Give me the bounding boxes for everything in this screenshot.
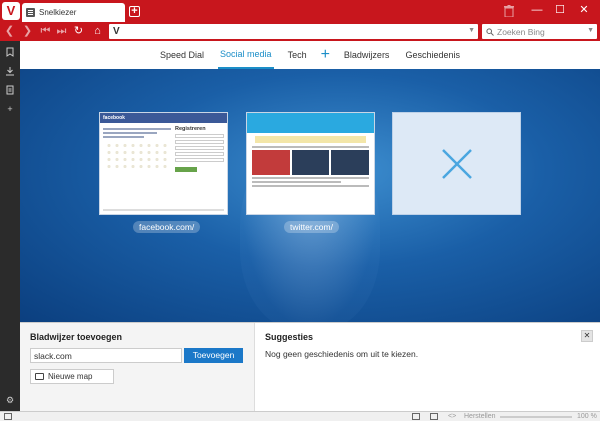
- downloads-icon[interactable]: [5, 66, 15, 76]
- panel-toggle-icon[interactable]: [4, 413, 12, 420]
- page-actions-icon[interactable]: <>: [448, 412, 456, 421]
- title-bar: V Snelkiezer + — ☐ ✕: [0, 0, 600, 22]
- url-field[interactable]: V ▼: [109, 24, 478, 39]
- search-placeholder: Zoeken Bing: [497, 26, 545, 37]
- tab-label: Snelkiezer: [39, 8, 77, 17]
- twitter-thumb-header: [247, 113, 374, 133]
- home-icon[interactable]: ⌂: [90, 24, 105, 39]
- facebook-thumb-map: [105, 142, 169, 172]
- add-panel-icon[interactable]: +: [5, 104, 15, 114]
- dial-facebook[interactable]: facebook Registreren: [99, 112, 228, 215]
- suggestions-title: Suggesties: [265, 332, 314, 342]
- facebook-thumb-heading: Registreren: [175, 126, 206, 132]
- close-button[interactable]: ✕: [577, 3, 591, 17]
- side-panel: + ⚙: [0, 41, 20, 411]
- image-toggle-icon[interactable]: [430, 413, 438, 420]
- add-bookmark-panel: Bladwijzer toevoegen slack.com Toevoegen…: [20, 323, 255, 412]
- trash-icon[interactable]: [504, 5, 514, 18]
- new-folder-label: Nieuwe map: [48, 372, 93, 381]
- tab-speed-dial[interactable]: Snelkiezer: [22, 3, 125, 22]
- facebook-thumb-header: facebook: [100, 113, 227, 123]
- bookmark-url-input[interactable]: slack.com: [30, 348, 182, 363]
- add-bookmark-button[interactable]: Toevoegen: [184, 348, 243, 363]
- add-group-plus-icon[interactable]: +: [321, 47, 330, 63]
- speed-dial-nav: Speed Dial Social media Tech + Bladwijze…: [20, 41, 600, 69]
- reset-zoom-label[interactable]: Herstellen: [464, 412, 496, 421]
- page-tiling-icon[interactable]: [412, 413, 420, 420]
- dial-twitter-label[interactable]: twitter.com/: [284, 221, 339, 233]
- search-icon: [486, 27, 494, 36]
- forward-icon[interactable]: ❯: [20, 24, 35, 39]
- bottom-panels: Bladwijzer toevoegen slack.com Toevoegen…: [20, 322, 600, 412]
- dial-empty[interactable]: [392, 112, 521, 215]
- zoom-slider[interactable]: [500, 416, 572, 418]
- vivaldi-site-icon: V: [113, 26, 120, 37]
- add-bookmark-title: Bladwijzer toevoegen: [30, 332, 123, 342]
- notes-icon[interactable]: [5, 85, 15, 95]
- minimize-button[interactable]: —: [530, 3, 544, 17]
- speed-dial-icon: [26, 8, 35, 17]
- tab-tech[interactable]: Tech: [286, 42, 309, 68]
- folder-icon: [35, 373, 44, 380]
- tab-history[interactable]: Geschiedenis: [403, 42, 462, 68]
- vivaldi-menu-button[interactable]: V: [2, 2, 20, 20]
- close-x-icon: [442, 149, 472, 179]
- back-icon[interactable]: ❮: [2, 24, 17, 39]
- reload-icon[interactable]: ↻: [71, 24, 86, 39]
- bookmarks-icon[interactable]: [5, 47, 15, 57]
- dial-twitter[interactable]: [246, 112, 375, 215]
- new-tab-button[interactable]: +: [129, 6, 140, 17]
- fast-forward-icon[interactable]: ⏭: [54, 24, 69, 39]
- speed-dial-area: facebook Registreren facebook.com/ twitt…: [20, 69, 600, 322]
- search-engine-dropdown-icon[interactable]: ▼: [587, 27, 594, 34]
- search-field[interactable]: Zoeken Bing ▼: [482, 24, 597, 39]
- rewind-icon[interactable]: ⏮: [38, 24, 53, 39]
- maximize-button[interactable]: ☐: [553, 3, 567, 17]
- close-suggestions-button[interactable]: ✕: [581, 330, 593, 342]
- suggestions-empty-text: Nog geen geschiedenis om uit te kiezen.: [265, 349, 419, 359]
- status-bar: <> Herstellen 100 %: [0, 411, 600, 421]
- tab-social-media[interactable]: Social media: [218, 41, 274, 69]
- settings-gear-icon[interactable]: ⚙: [5, 395, 15, 405]
- zoom-level: 100 %: [577, 413, 597, 420]
- tab-bookmarks[interactable]: Bladwijzers: [342, 42, 392, 68]
- chevron-down-icon[interactable]: ▼: [468, 27, 475, 34]
- address-bar: ❮ ❯ ⏮ ⏭ ↻ ⌂ V ▼ Zoeken Bing ▼: [0, 22, 600, 41]
- dial-facebook-label[interactable]: facebook.com/: [133, 221, 201, 233]
- tab-speed-dial-group[interactable]: Speed Dial: [158, 42, 206, 68]
- new-folder-button[interactable]: Nieuwe map: [30, 369, 114, 384]
